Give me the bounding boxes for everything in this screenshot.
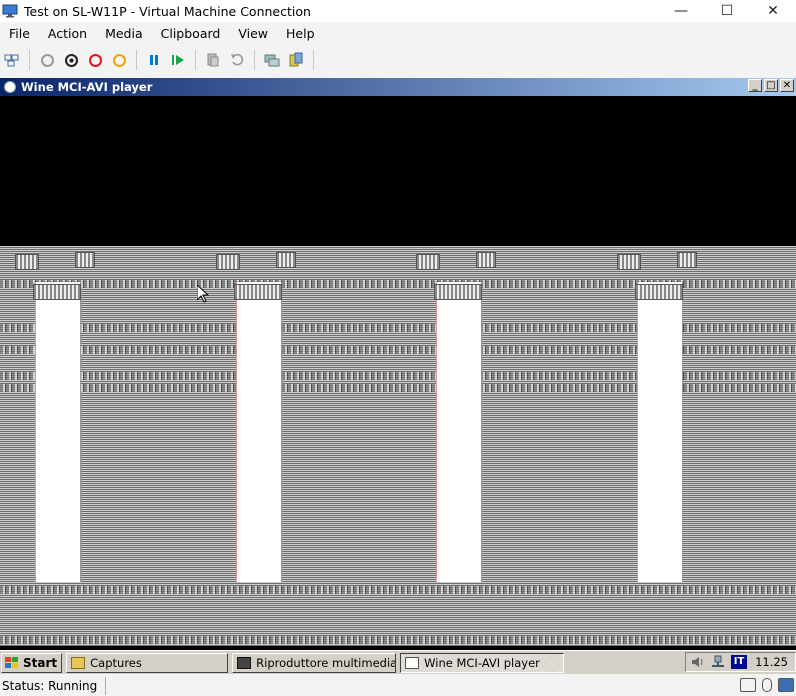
guest-minimize-button[interactable]: _	[748, 79, 762, 92]
start-icon[interactable]	[38, 51, 56, 69]
garbled-window-fragment	[434, 284, 482, 300]
turn-off-icon[interactable]	[62, 51, 80, 69]
minimize-button[interactable]: —	[658, 0, 704, 22]
guest-close-button[interactable]: ✕	[780, 79, 794, 92]
maximize-button[interactable]: ☐	[704, 0, 750, 22]
host-title-bar: Test on SL-W11P - Virtual Machine Connec…	[0, 0, 796, 22]
toolbar-separator	[254, 50, 255, 70]
mouse-cursor-icon	[197, 285, 209, 303]
garbled-window-fragment	[635, 284, 683, 300]
garbled-icon-fragment	[216, 254, 240, 270]
noise-band	[0, 636, 796, 644]
start-button[interactable]: Start	[1, 652, 63, 673]
folder-icon	[71, 656, 86, 669]
share-icon[interactable]	[287, 51, 305, 69]
taskbar-item-label: Riproduttore multimediale R...	[256, 655, 395, 670]
wine-app-icon	[4, 81, 16, 93]
checkpoint-icon[interactable]	[204, 51, 222, 69]
garbled-icon-fragment	[677, 252, 697, 268]
garbled-column	[637, 282, 683, 582]
garbled-column	[35, 282, 81, 582]
garbled-icon-fragment	[15, 254, 39, 270]
start-label: Start	[23, 655, 58, 670]
garbled-window-fragment	[33, 284, 81, 300]
ctrl-alt-del-icon[interactable]	[3, 51, 21, 69]
menu-file[interactable]: File	[0, 24, 39, 44]
enhanced-session-icon[interactable]	[263, 51, 281, 69]
guest-window-title-bar: Wine MCI-AVI player _ □ ✕	[0, 78, 796, 96]
menu-clipboard[interactable]: Clipboard	[152, 24, 230, 44]
mouse-icon	[762, 678, 772, 692]
toolbar-separator	[136, 50, 137, 70]
guest-taskbar: Start Captures Riproduttore multimediale…	[0, 650, 796, 674]
menu-help[interactable]: Help	[277, 24, 324, 44]
reset-icon[interactable]	[169, 51, 187, 69]
menu-bar: File Action Media Clipboard View Help	[0, 24, 796, 44]
garbled-icon-fragment	[617, 254, 641, 270]
toolbar	[0, 46, 796, 74]
window-icon	[405, 656, 420, 669]
windows-logo-icon	[4, 656, 20, 670]
video-frame-garbled	[0, 246, 796, 646]
garbled-column	[236, 282, 282, 582]
garbled-icon-fragment	[75, 252, 95, 268]
garbled-icon-fragment	[476, 252, 496, 268]
toolbar-separator	[313, 50, 314, 70]
status-text: Status: Running	[2, 677, 107, 695]
taskbar-item-mci-avi-player[interactable]: Wine MCI-AVI player	[400, 652, 565, 673]
taskbar-item-media-player[interactable]: Riproduttore multimediale R...	[232, 652, 397, 673]
clock: 11.25	[755, 655, 788, 669]
taskbar-item-label: Captures	[90, 655, 142, 670]
taskbar-item-label: Wine MCI-AVI player	[424, 655, 540, 670]
close-button[interactable]: ✕	[750, 0, 796, 22]
screen-icon	[778, 678, 794, 692]
garbled-column	[436, 282, 482, 582]
window-title: Test on SL-W11P - Virtual Machine Connec…	[24, 3, 311, 19]
toolbar-separator	[195, 50, 196, 70]
revert-icon[interactable]	[228, 51, 246, 69]
menu-view[interactable]: View	[229, 24, 277, 44]
toolbar-separator	[29, 50, 30, 70]
status-bar: Status: Running	[0, 676, 796, 696]
guest-maximize-button[interactable]: □	[764, 79, 778, 92]
save-icon[interactable]	[110, 51, 128, 69]
garbled-icon-fragment	[276, 252, 296, 268]
vm-screen[interactable]: Wine MCI-AVI player _ □ ✕ Start Captures…	[0, 78, 796, 674]
noise-band	[0, 586, 796, 594]
menu-media[interactable]: Media	[96, 24, 152, 44]
menu-action[interactable]: Action	[39, 24, 96, 44]
garbled-window-fragment	[234, 284, 282, 300]
network-icon[interactable]	[710, 655, 726, 669]
language-indicator[interactable]: IT	[731, 655, 748, 669]
video-frame-black	[0, 96, 796, 246]
system-tray: IT 11.25	[685, 652, 796, 672]
keyboard-icon	[740, 678, 756, 692]
garbled-icon-fragment	[416, 254, 440, 270]
pause-icon[interactable]	[145, 51, 163, 69]
guest-window-title: Wine MCI-AVI player	[21, 80, 153, 94]
vm-connection-icon	[2, 4, 18, 18]
taskbar-item-captures[interactable]: Captures	[66, 652, 229, 673]
shutdown-icon[interactable]	[86, 51, 104, 69]
volume-icon[interactable]	[690, 655, 706, 669]
media-player-icon	[237, 656, 252, 669]
